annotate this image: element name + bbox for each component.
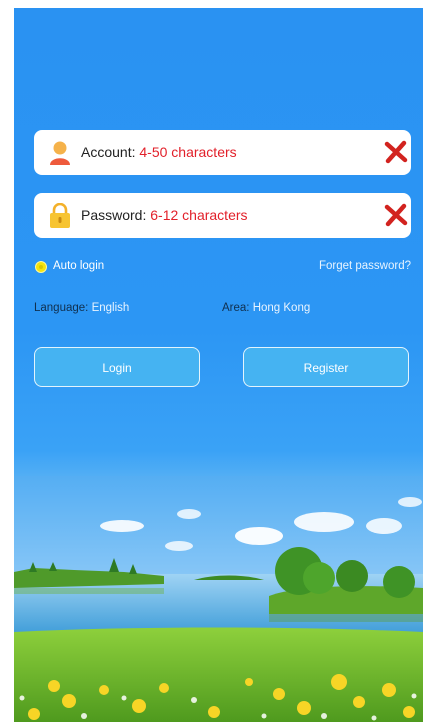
account-field[interactable]: Account: 4-50 characters	[34, 130, 411, 175]
language-setting[interactable]: Language: English	[34, 302, 129, 314]
password-hint: 6-12 characters	[150, 207, 248, 223]
language-value: English	[91, 302, 130, 314]
account-prompt: Account: 4-50 characters	[81, 130, 237, 175]
login-button[interactable]: Login	[34, 347, 200, 387]
area-label: Area:	[222, 302, 250, 314]
password-label: Password:	[81, 207, 147, 223]
radio-selected-icon[interactable]	[35, 261, 47, 273]
account-hint: 4-50 characters	[139, 144, 237, 160]
person-icon	[50, 141, 70, 165]
language-label: Language:	[34, 302, 89, 314]
password-prompt: Password: 6-12 characters	[81, 193, 248, 238]
close-icon[interactable]	[383, 202, 409, 228]
account-label: Account:	[81, 144, 136, 160]
close-icon[interactable]	[383, 139, 409, 165]
lock-icon	[50, 203, 70, 228]
login-screen: Account: 4-50 characters Password: 6-12 …	[14, 8, 423, 722]
password-field[interactable]: Password: 6-12 characters	[34, 193, 411, 238]
auto-login-label[interactable]: Auto login	[53, 260, 104, 272]
register-button[interactable]: Register	[243, 347, 409, 387]
area-value: Hong Kong	[252, 302, 311, 314]
forget-password-link[interactable]: Forget password?	[319, 260, 411, 272]
area-setting[interactable]: Area: Hong Kong	[222, 302, 310, 314]
landscape-background	[14, 476, 423, 722]
